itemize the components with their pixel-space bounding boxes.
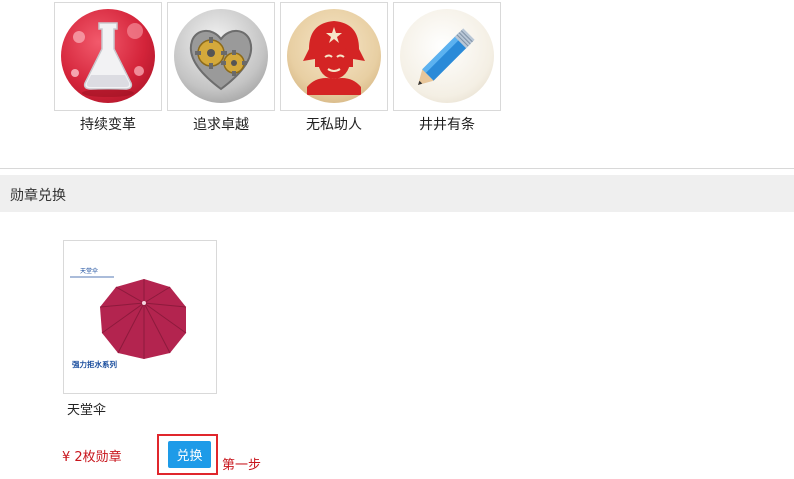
section-title: 勋章兑换 bbox=[10, 188, 66, 204]
gears-icon bbox=[174, 9, 268, 103]
image-caption-text: 强力拒水系列 bbox=[72, 359, 117, 369]
badge-item-1[interactable] bbox=[54, 2, 162, 111]
badge-label-4: 井井有条 bbox=[419, 117, 475, 133]
pencil-icon bbox=[400, 9, 494, 103]
badge-label-1: 持续变革 bbox=[80, 117, 136, 133]
section-header: 勋章兑换 bbox=[0, 175, 794, 212]
image-brand-text: 天堂伞 bbox=[80, 267, 98, 275]
soldier-portrait-icon bbox=[287, 9, 381, 103]
exchange-button[interactable]: 兑换 bbox=[168, 441, 211, 468]
product-name: 天堂伞 bbox=[67, 403, 107, 418]
product-image-card[interactable]: 天堂伞 强力拒水系列 bbox=[63, 240, 217, 394]
badge-item-4[interactable] bbox=[393, 2, 501, 111]
product-price: ¥ 2枚勋章 bbox=[62, 450, 122, 465]
badge-label-2: 追求卓越 bbox=[193, 117, 249, 133]
badge-item-3[interactable] bbox=[280, 2, 388, 111]
umbrella-image: 天堂伞 强力拒水系列 bbox=[64, 266, 216, 371]
flask-icon bbox=[61, 9, 155, 103]
step-annotation: 第一步 bbox=[222, 458, 262, 473]
badge-item-2[interactable] bbox=[167, 2, 275, 111]
badge-label-3: 无私助人 bbox=[306, 117, 362, 133]
section-divider bbox=[0, 168, 794, 169]
